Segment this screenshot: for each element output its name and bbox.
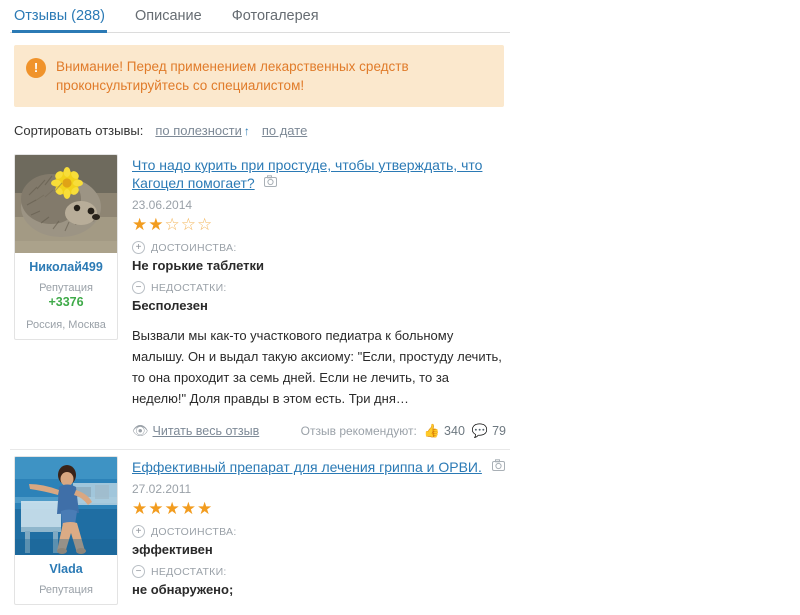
- minus-circle-icon: −: [132, 565, 145, 578]
- sort-by-date[interactable]: по дате: [262, 123, 307, 138]
- reputation-label: Репутация: [39, 282, 93, 294]
- star-filled: ★: [197, 499, 214, 518]
- cons-header: − НЕДОСТАТКИ:: [132, 281, 506, 294]
- warning-text: Внимание! Перед применением лекарственны…: [56, 59, 409, 93]
- review-footer: 👁 Читать весь отзыв Отзыв рекомендуют: 👍 …: [132, 423, 506, 439]
- star-empty: ☆: [197, 215, 214, 234]
- review-author-block: Vlada Репутация: [14, 456, 118, 605]
- cons-label: НЕДОСТАТКИ:: [151, 281, 227, 294]
- comment-icon: 💬: [471, 423, 489, 438]
- cons-label: НЕДОСТАТКИ:: [151, 565, 227, 578]
- tab-bar: Отзывы (288) Описание Фотогалерея: [10, 0, 510, 33]
- star-filled: ★: [148, 499, 165, 518]
- thumbs-up-icon: 👍: [423, 423, 441, 438]
- eye-icon: 👁: [132, 423, 149, 438]
- user-name[interactable]: Николай499: [15, 260, 117, 274]
- cons-value: Бесполезен: [132, 298, 208, 313]
- tab-photogallery-label: Фотогалерея: [231, 8, 319, 24]
- star-filled: ★: [180, 499, 197, 518]
- star-empty: ☆: [180, 215, 197, 234]
- review-content: Что надо курить при простуде, чтобы утве…: [118, 154, 506, 439]
- comments-stat[interactable]: 💬 79: [472, 423, 506, 439]
- pros-header: + ДОСТОИНСТВА:: [132, 525, 506, 538]
- review-item: Vlada Репутация Еффективный препарат для…: [10, 449, 510, 615]
- exclamation-icon: !: [26, 58, 46, 78]
- star-filled: ★: [132, 215, 149, 234]
- review-item: Николай499 Репутация +3376 Россия, Москв…: [10, 148, 510, 449]
- user-location: Россия, Москва: [26, 319, 106, 331]
- comments-count: 79: [492, 424, 506, 438]
- likes-count: 340: [444, 424, 465, 438]
- hedgehog-avatar-image: [15, 155, 117, 253]
- cons-value: не обнаружено;: [132, 582, 234, 597]
- review-body-text: Вызвали мы как-то участкового педиатра к…: [132, 328, 502, 406]
- review-author-block: Николай499 Репутация +3376 Россия, Москв…: [14, 154, 118, 439]
- sort-by-usefulness[interactable]: по полезности ↑: [155, 123, 249, 138]
- camera-icon: [491, 459, 505, 474]
- user-card: Николай499 Репутация +3376 Россия, Москв…: [14, 154, 118, 340]
- ads-column: ✕: [522, 0, 800, 570]
- plus-circle-icon: +: [132, 241, 145, 254]
- tab-photogallery[interactable]: Фотогалерея: [218, 8, 335, 32]
- avatar[interactable]: [15, 457, 117, 555]
- star-filled: ★: [132, 499, 149, 518]
- tab-reviews[interactable]: Отзывы (288): [12, 8, 121, 33]
- review-stats: Отзыв рекомендуют: 👍 340 💬 79: [301, 423, 506, 439]
- star-empty: ☆: [164, 215, 181, 234]
- user-name[interactable]: Vlada: [15, 562, 117, 576]
- pros-label: ДОСТОИНСТВА:: [151, 525, 237, 538]
- review-title[interactable]: Еффективный препарат для лечения гриппа …: [132, 459, 482, 475]
- cons-header: − НЕДОСТАТКИ:: [132, 565, 506, 578]
- tab-reviews-label: Отзывы (288): [14, 8, 105, 24]
- sort-bar: Сортировать отзывы: по полезности ↑ по да…: [14, 123, 506, 138]
- woman-on-boat-avatar-image: [15, 457, 117, 555]
- review-title[interactable]: Что надо курить при простуде, чтобы утве…: [132, 157, 482, 191]
- pros-value: Не горькие таблетки: [132, 258, 264, 273]
- reputation-value: +3376: [48, 295, 84, 309]
- sort-label: Сортировать отзывы:: [14, 123, 144, 138]
- review-content: Еффективный препарат для лечения гриппа …: [118, 456, 506, 605]
- read-full-review-label: Читать весь отзыв: [152, 424, 260, 438]
- avatar[interactable]: [15, 155, 117, 253]
- review-date: 23.06.2014: [132, 198, 193, 212]
- warning-banner: ! Внимание! Перед применением лекарствен…: [14, 45, 504, 107]
- user-card: Vlada Репутация: [14, 456, 118, 605]
- camera-icon: [264, 175, 278, 190]
- minus-circle-icon: −: [132, 281, 145, 294]
- plus-circle-icon: +: [132, 525, 145, 538]
- reviews-column: Отзывы (288) Описание Фотогалерея ! Вним…: [0, 0, 522, 605]
- tab-description-label: Описание: [135, 8, 202, 24]
- rating-stars: ★★☆☆☆: [132, 216, 506, 233]
- pros-header: + ДОСТОИНСТВА:: [132, 241, 506, 254]
- tab-description[interactable]: Описание: [121, 8, 218, 32]
- recommend-label: Отзыв рекомендуют:: [300, 424, 417, 438]
- review-date: 27.02.2011: [132, 482, 192, 496]
- rating-stars: ★★★★★: [132, 500, 506, 517]
- star-filled: ★: [148, 215, 165, 234]
- star-filled: ★: [164, 499, 181, 518]
- read-full-review-link[interactable]: 👁 Читать весь отзыв: [132, 423, 259, 439]
- pros-label: ДОСТОИНСТВА:: [151, 241, 237, 254]
- reputation-label: Репутация: [39, 584, 93, 596]
- sort-ascending-arrow-icon: ↑: [243, 124, 250, 138]
- page-root: Отзывы (288) Описание Фотогалерея ! Вним…: [0, 0, 800, 605]
- sort-by-usefulness-label: по полезности: [155, 123, 242, 138]
- pros-value: эффективен: [132, 542, 213, 557]
- likes-stat[interactable]: 👍 340: [424, 423, 465, 439]
